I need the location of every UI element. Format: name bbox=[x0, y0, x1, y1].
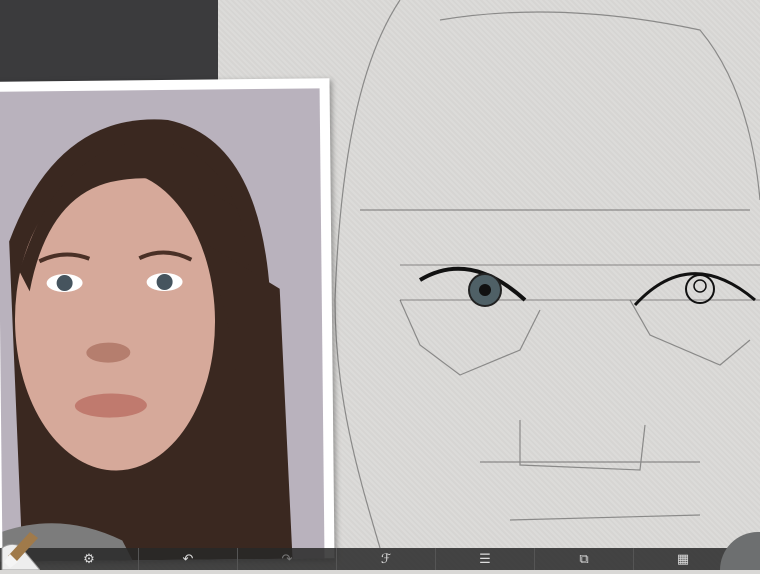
export-icon: ⧉ bbox=[579, 551, 589, 567]
bottom-toolbar: ⚙ ↶ ↷ ℱ ☰ ⧉ ▦ bbox=[0, 548, 760, 570]
gallery-icon: ▦ bbox=[676, 551, 690, 567]
brush-library-button[interactable]: ℱ bbox=[337, 548, 436, 570]
portrait-image bbox=[2, 119, 293, 562]
redo-button[interactable]: ↷ bbox=[238, 548, 337, 570]
settings-button[interactable]: ⚙ bbox=[40, 548, 139, 570]
layers-icon: ☰ bbox=[479, 551, 491, 567]
settings-icon: ⚙ bbox=[83, 551, 95, 567]
redo-icon: ↷ bbox=[281, 551, 293, 567]
brush-library-icon: ℱ bbox=[380, 551, 392, 567]
reference-image[interactable] bbox=[0, 78, 335, 562]
brush-icon bbox=[1, 532, 42, 571]
brush-tool-button[interactable] bbox=[0, 528, 42, 571]
layers-button[interactable]: ☰ bbox=[436, 548, 535, 570]
empty-panel bbox=[0, 0, 218, 82]
undo-icon: ↶ bbox=[182, 551, 194, 567]
gallery-button[interactable]: ▦ bbox=[634, 548, 733, 570]
undo-button[interactable]: ↶ bbox=[139, 548, 238, 570]
reference-photo bbox=[0, 88, 325, 562]
export-button[interactable]: ⧉ bbox=[535, 548, 634, 570]
